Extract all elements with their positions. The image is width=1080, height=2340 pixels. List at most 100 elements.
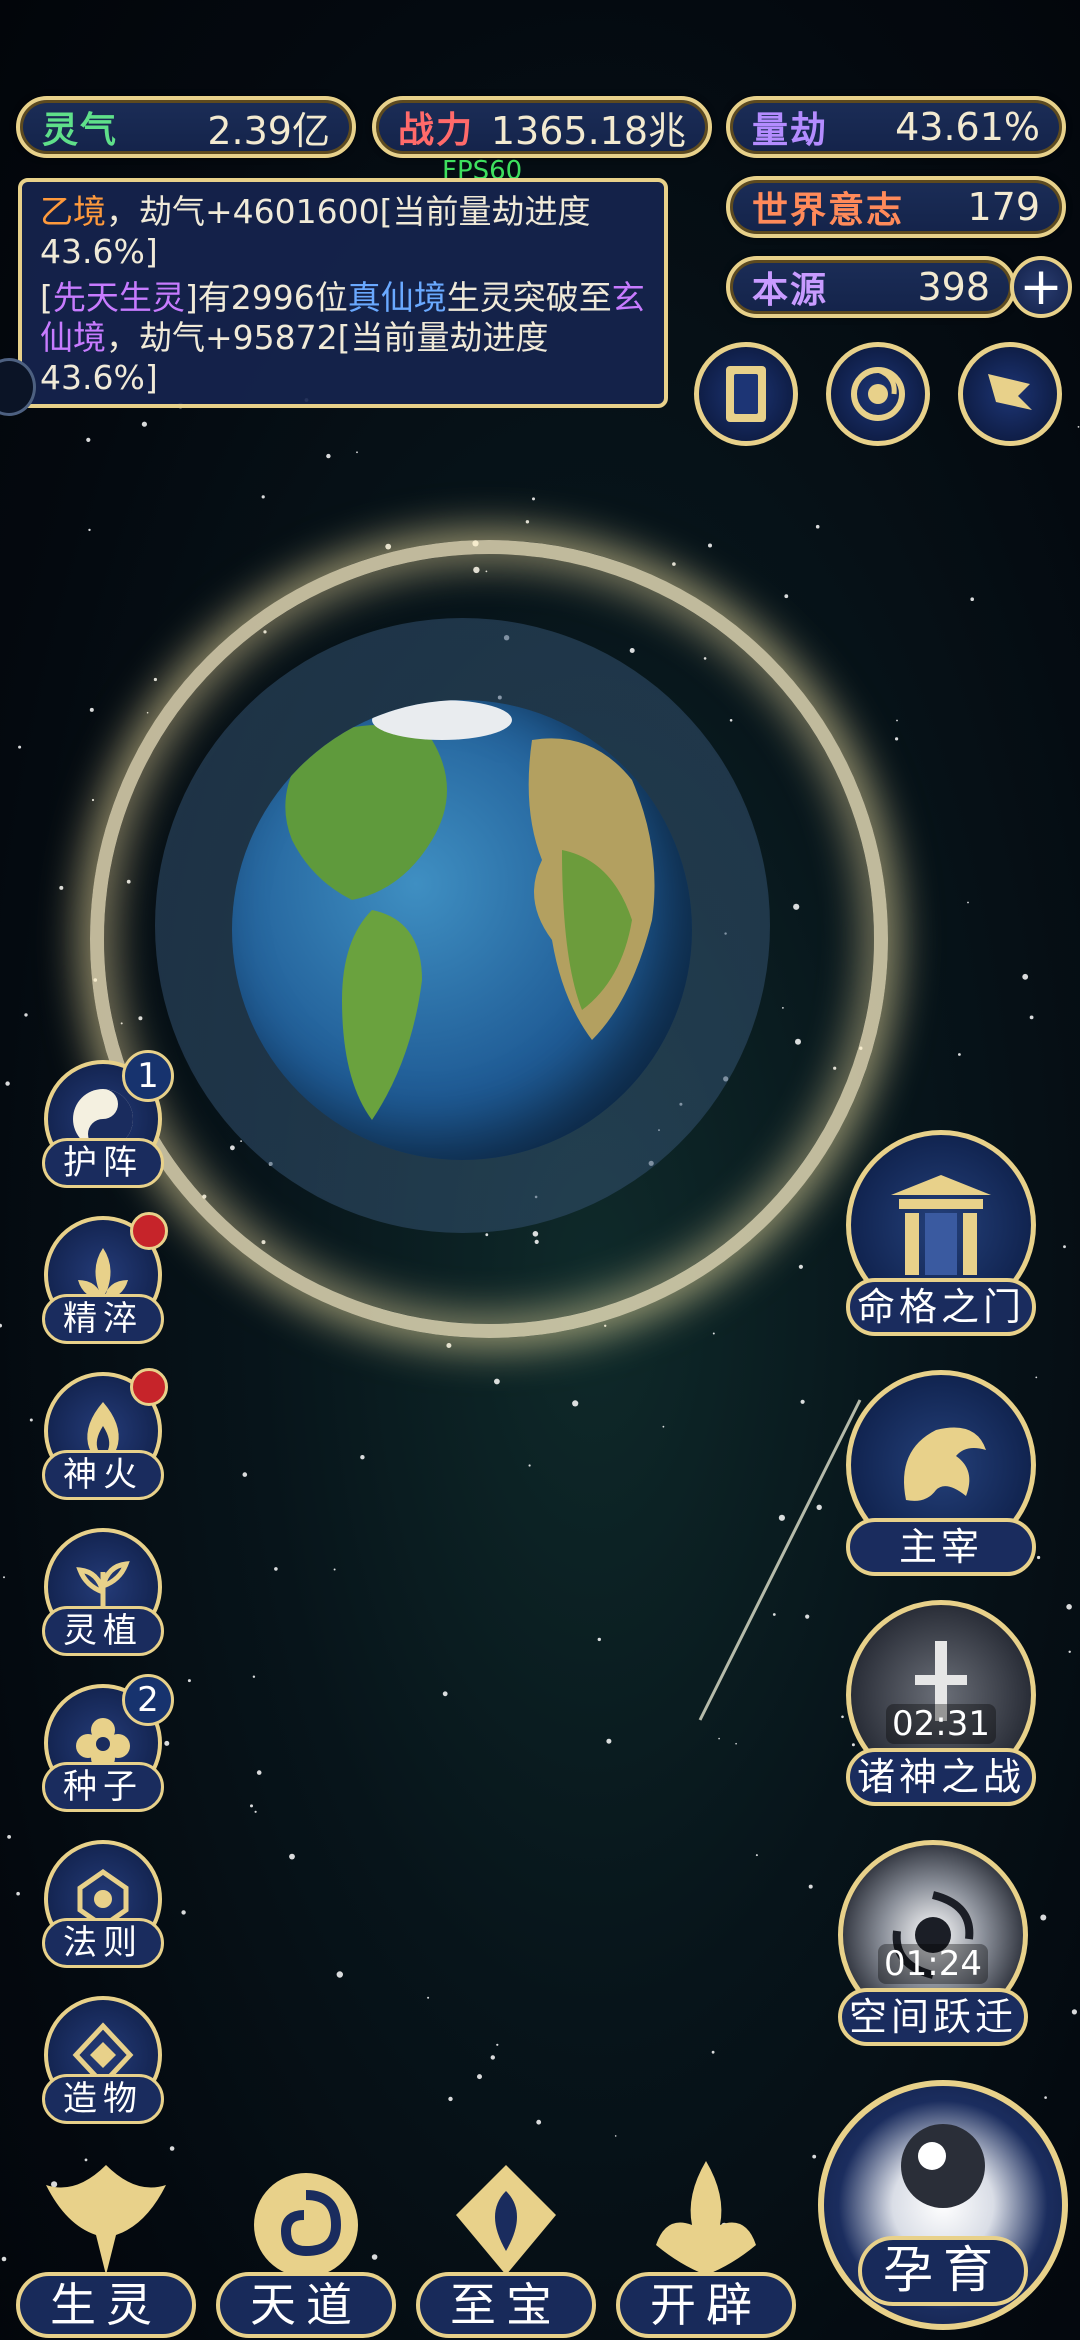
shooting-star [698, 1399, 862, 1721]
star [967, 901, 969, 904]
menu-zhuzai[interactable]: 主宰 [846, 1370, 1036, 1580]
stat-shijie-value: 179 [967, 185, 1040, 229]
star [3, 1576, 5, 1579]
star [446, 1343, 452, 1348]
star [1040, 1914, 1047, 1921]
star [1071, 2009, 1077, 2015]
menu-faze[interactable]: 法则 [38, 1840, 170, 1972]
menu-lingzhi[interactable]: 灵植 [38, 1528, 170, 1660]
stat-lingqi[interactable]: 灵气 2.39亿 [16, 96, 356, 158]
axe-flame-icon [656, 2161, 756, 2275]
star [252, 1675, 256, 1678]
zhuzai-label: 主宰 [846, 1518, 1036, 1576]
stat-lingqi-label: 灵气 [42, 110, 119, 151]
star [812, 2154, 817, 2159]
stat-shijie-label: 世界意志 [752, 190, 905, 231]
star [442, 1691, 448, 1697]
star [29, 1418, 33, 1422]
nav-shengling[interactable]: 生灵 [16, 2140, 196, 2340]
star [146, 711, 149, 714]
star [784, 594, 789, 599]
kongjian-timer: 01:24 [878, 1944, 988, 1984]
menu-shenhuo[interactable]: 神火 [38, 1368, 170, 1504]
star [360, 1455, 365, 1460]
menu-zhongzi[interactable]: 种子 2 [38, 1674, 174, 1816]
kaipi-art [632, 2150, 780, 2290]
star [662, 1425, 665, 1428]
star [896, 719, 898, 722]
star [1029, 1015, 1034, 1020]
star [242, 1472, 248, 1477]
star [1068, 1650, 1071, 1654]
menu-zhushen[interactable]: 02:31 诸神之战 [846, 1600, 1036, 1810]
tiandao-art [232, 2150, 380, 2290]
zaowu-label: 造物 [42, 2074, 164, 2124]
star [798, 1264, 804, 1269]
star [18, 745, 22, 749]
star [427, 1996, 430, 1999]
shengling-art [32, 2150, 180, 2290]
star [735, 1742, 737, 1745]
stat-lingqi-value: 2.39亿 [207, 108, 330, 153]
star [525, 520, 530, 524]
world-globe[interactable] [232, 700, 692, 1160]
star [494, 1378, 500, 1385]
star [672, 562, 676, 566]
stat-shijie[interactable]: 世界意志 179 [726, 176, 1066, 238]
star [712, 1332, 715, 1335]
nav-tiandao[interactable]: 天道 [216, 2140, 396, 2340]
log-text: ，劫气+95872[当前量劫进度43.6%] [40, 318, 549, 397]
star [5, 1081, 10, 1086]
menu-zaowu[interactable]: 造物 [38, 1996, 170, 2128]
mingge-label: 命格之门 [846, 1278, 1036, 1336]
log-realm-from: 真仙境 [347, 278, 447, 317]
zhongzi-badge: 2 [122, 1674, 174, 1726]
shengling-label: 生灵 [16, 2272, 196, 2338]
cards-button[interactable] [694, 342, 798, 446]
star [356, 451, 358, 454]
star [153, 677, 157, 682]
add-benyuan-button[interactable]: + [1010, 256, 1072, 318]
stat-benyuan-label: 本源 [752, 270, 829, 311]
star [385, 543, 392, 550]
menu-jingcui[interactable]: 精淬 [38, 1212, 170, 1348]
flag-button[interactable] [958, 342, 1062, 446]
gate-icon [891, 1175, 991, 1275]
stat-liangjie-label: 量劫 [752, 110, 829, 151]
dragon-icon [904, 1427, 986, 1501]
star [816, 1504, 822, 1511]
stat-benyuan[interactable]: 本源 398 [726, 256, 1016, 318]
nav-zhibao[interactable]: 至宝 [416, 2140, 596, 2340]
huzhen-badge: 1 [122, 1050, 174, 1102]
nav-kaipi[interactable]: 开辟 [616, 2140, 796, 2340]
star [718, 1737, 720, 1740]
swirl-button[interactable] [826, 342, 930, 446]
phoenix-icon [46, 2165, 166, 2275]
embryo-icon [901, 2124, 985, 2208]
star [815, 524, 820, 529]
star [532, 497, 535, 501]
stat-zhanli[interactable]: 战力 1365.18兆 [372, 96, 712, 158]
log-text: ，劫气+4601600[当前量劫进度43.6%] [40, 192, 591, 271]
menu-huzhen[interactable]: 护阵 1 [38, 1050, 174, 1192]
stat-liangjie[interactable]: 量劫 43.61% [726, 96, 1066, 158]
zhibao-art [432, 2150, 580, 2290]
huzhen-label: 护阵 [42, 1138, 164, 1188]
star [1077, 426, 1080, 428]
nurture-button[interactable]: 孕育 [818, 2080, 1068, 2330]
star [59, 885, 64, 890]
star [181, 1910, 186, 1915]
log-line-1: 乙境，劫气+4601600[当前量劫进度43.6%] [40, 192, 646, 272]
treasure-icon [456, 2165, 556, 2275]
menu-kongjian[interactable]: 01:24 空间跃迁 [838, 1840, 1028, 2050]
menu-mingge[interactable]: 命格之门 [846, 1130, 1036, 1340]
zhushen-timer: 02:31 [886, 1704, 996, 1744]
star [289, 1853, 295, 1860]
star [86, 437, 91, 442]
star [958, 1053, 961, 1056]
star [490, 2055, 495, 2060]
star [141, 421, 147, 427]
star [448, 2096, 453, 2102]
star [536, 2119, 542, 2125]
star [614, 2135, 617, 2137]
